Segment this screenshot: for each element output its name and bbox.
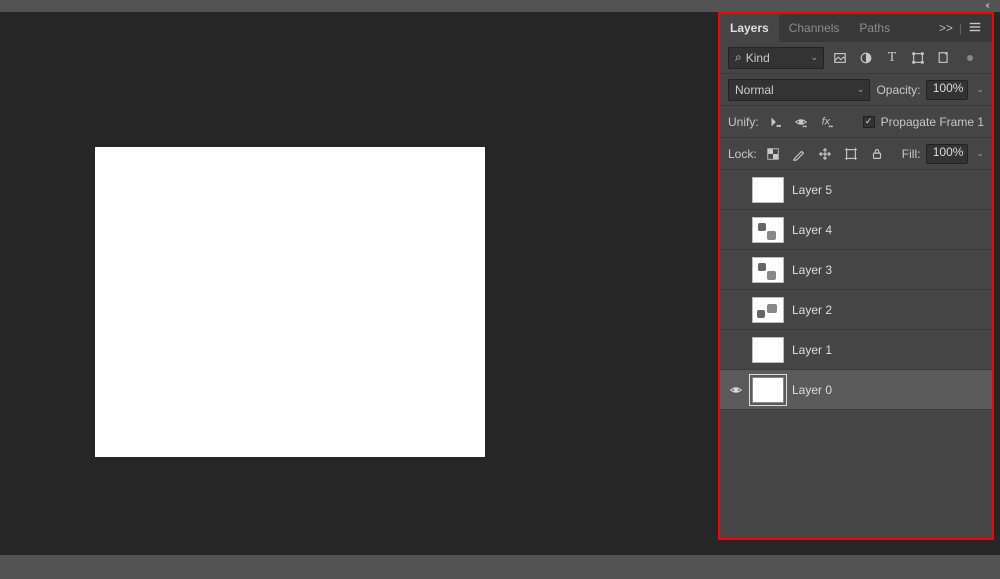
unify-row: Unify: fx ✓ Propagate Frame 1 xyxy=(720,106,992,138)
blend-mode-select[interactable]: Normal ⌄ xyxy=(728,79,870,101)
blend-mode-value: Normal xyxy=(735,83,774,97)
expand-icon[interactable]: >> xyxy=(935,19,957,37)
chevron-down-icon: ⌄ xyxy=(857,84,865,95)
blend-row: Normal ⌄ Opacity: 100% ⌄ xyxy=(720,74,992,106)
unify-label: Unify: xyxy=(728,115,759,129)
filter-kind-select[interactable]: ⌕ Kind ⌄ xyxy=(728,47,824,69)
tab-layers[interactable]: Layers xyxy=(720,14,779,42)
layer-thumbnail[interactable] xyxy=(752,337,784,363)
layer-row[interactable]: Layer 5 xyxy=(720,170,992,210)
opacity-label: Opacity: xyxy=(876,83,920,97)
collapse-panels-icon[interactable]: ‹‹ xyxy=(985,0,988,11)
layers-panel: Layers Channels Paths >> | ⌕ Kind ⌄ T xyxy=(720,14,992,538)
propagate-label: Propagate Frame 1 xyxy=(881,115,984,129)
search-icon: ⌕ xyxy=(735,50,742,65)
visibility-toggle[interactable] xyxy=(728,262,744,278)
visibility-toggle[interactable] xyxy=(728,222,744,238)
unify-position-icon[interactable] xyxy=(765,112,785,132)
visibility-toggle[interactable] xyxy=(728,302,744,318)
filter-smart-object-icon[interactable] xyxy=(934,48,954,68)
filter-adjustment-icon[interactable] xyxy=(856,48,876,68)
layer-row[interactable]: Layer 3 xyxy=(720,250,992,290)
layer-thumbnail[interactable] xyxy=(752,257,784,283)
visibility-toggle[interactable] xyxy=(728,182,744,198)
layer-name[interactable]: Layer 5 xyxy=(792,183,832,197)
tab-channels[interactable]: Channels xyxy=(779,14,850,42)
layer-thumbnail[interactable] xyxy=(752,297,784,323)
layers-panel-highlight: Layers Channels Paths >> | ⌕ Kind ⌄ T xyxy=(718,12,994,540)
layer-name[interactable]: Layer 3 xyxy=(792,263,832,277)
unify-visibility-icon[interactable] xyxy=(791,112,811,132)
visibility-toggle[interactable] xyxy=(728,382,744,398)
lock-label: Lock: xyxy=(728,147,757,161)
lock-transparency-icon[interactable] xyxy=(763,144,783,164)
lock-artboard-icon[interactable] xyxy=(841,144,861,164)
panel-tab-bar: Layers Channels Paths >> | xyxy=(720,14,992,42)
lock-all-icon[interactable] xyxy=(867,144,887,164)
layer-name[interactable]: Layer 2 xyxy=(792,303,832,317)
chevron-down-icon[interactable]: ⌄ xyxy=(974,148,984,159)
fill-label: Fill: xyxy=(902,147,921,161)
document-canvas[interactable] xyxy=(95,147,485,457)
filter-row: ⌕ Kind ⌄ T xyxy=(720,42,992,74)
layer-row[interactable]: Layer 1 xyxy=(720,330,992,370)
unify-style-icon[interactable]: fx xyxy=(817,112,837,132)
lock-position-icon[interactable] xyxy=(815,144,835,164)
panel-menu-icon[interactable] xyxy=(964,18,986,39)
propagate-checkbox[interactable]: ✓ xyxy=(863,116,875,128)
lock-row: Lock: Fill: 100% ⌄ xyxy=(720,138,992,170)
layer-row[interactable]: Layer 4 xyxy=(720,210,992,250)
filter-shape-icon[interactable] xyxy=(908,48,928,68)
layer-thumbnail[interactable] xyxy=(752,377,784,403)
lock-pixels-icon[interactable] xyxy=(789,144,809,164)
layer-name[interactable]: Layer 4 xyxy=(792,223,832,237)
chevron-down-icon: ⌄ xyxy=(810,52,818,63)
fill-input[interactable]: 100% xyxy=(926,144,968,164)
separator: | xyxy=(959,21,962,35)
visibility-toggle[interactable] xyxy=(728,342,744,358)
layer-row[interactable]: Layer 2 xyxy=(720,290,992,330)
filter-type-icon[interactable]: T xyxy=(882,48,902,68)
layer-thumbnail[interactable] xyxy=(752,217,784,243)
filter-image-icon[interactable] xyxy=(830,48,850,68)
eye-icon xyxy=(729,383,743,397)
layer-thumbnail[interactable] xyxy=(752,177,784,203)
layer-name[interactable]: Layer 1 xyxy=(792,343,832,357)
layers-list: Layer 5 Layer 4 Layer 3 Layer 2 Layer 1 xyxy=(720,170,992,538)
filter-toggle-dot-icon[interactable] xyxy=(960,48,980,68)
chevron-down-icon[interactable]: ⌄ xyxy=(974,84,984,95)
filter-kind-label: Kind xyxy=(746,51,770,65)
opacity-input[interactable]: 100% xyxy=(926,80,968,100)
tab-paths[interactable]: Paths xyxy=(849,14,900,42)
layer-name[interactable]: Layer 0 xyxy=(792,383,832,397)
layer-row[interactable]: Layer 0 xyxy=(720,370,992,410)
